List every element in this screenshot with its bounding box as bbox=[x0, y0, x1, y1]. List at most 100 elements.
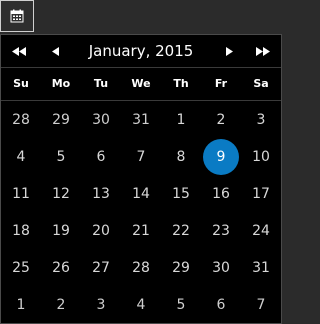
day-number: 6 bbox=[96, 148, 106, 165]
day-cell-next-month[interactable]: 6 bbox=[201, 286, 241, 323]
day-number: 30 bbox=[92, 111, 110, 128]
day-cell[interactable]: 1 bbox=[161, 101, 201, 138]
day-number: 30 bbox=[212, 259, 230, 276]
day-number: 2 bbox=[216, 111, 226, 128]
day-number: 4 bbox=[16, 148, 26, 165]
day-cell[interactable]: 14 bbox=[121, 175, 161, 212]
calendar-toggle-button[interactable] bbox=[0, 0, 34, 32]
day-number: 28 bbox=[132, 259, 150, 276]
double-right-arrow-icon bbox=[256, 46, 270, 56]
calendar-popup: January, 2015 Su Mo Tu We Th Fr Sa 28 29… bbox=[0, 34, 282, 324]
day-cell[interactable]: 29 bbox=[161, 249, 201, 286]
day-cell-prev-month[interactable]: 29 bbox=[41, 101, 81, 138]
double-left-arrow-icon bbox=[12, 46, 26, 56]
day-cell[interactable]: 10 bbox=[241, 138, 281, 175]
weekday-label: Mo bbox=[51, 77, 71, 90]
next-month-button[interactable] bbox=[213, 35, 245, 67]
day-number: 10 bbox=[252, 148, 270, 165]
day-cell[interactable]: 2 bbox=[201, 101, 241, 138]
day-number: 12 bbox=[52, 185, 70, 202]
day-number: 22 bbox=[172, 222, 190, 239]
day-cell[interactable]: 30 bbox=[201, 249, 241, 286]
day-cell[interactable]: 24 bbox=[241, 212, 281, 249]
day-cell[interactable]: 26 bbox=[41, 249, 81, 286]
previous-month-button[interactable] bbox=[39, 35, 71, 67]
day-cell[interactable]: 17 bbox=[241, 175, 281, 212]
day-number: 4 bbox=[136, 296, 146, 313]
day-number: 5 bbox=[56, 148, 66, 165]
day-cell-prev-month[interactable]: 30 bbox=[81, 101, 121, 138]
month-year-title[interactable]: January, 2015 bbox=[71, 35, 211, 67]
weekday-label: Th bbox=[173, 77, 189, 90]
previous-year-button[interactable] bbox=[3, 35, 35, 67]
day-cell-next-month[interactable]: 7 bbox=[241, 286, 281, 323]
day-number: 18 bbox=[12, 222, 30, 239]
day-cell[interactable]: 4 bbox=[1, 138, 41, 175]
day-number: 28 bbox=[12, 111, 30, 128]
day-cell[interactable]: 6 bbox=[81, 138, 121, 175]
right-arrow-icon bbox=[225, 46, 233, 56]
weekday-label: Tu bbox=[93, 77, 109, 90]
day-cell[interactable]: 5 bbox=[41, 138, 81, 175]
day-cell-prev-month[interactable]: 31 bbox=[121, 101, 161, 138]
day-number: 5 bbox=[176, 296, 186, 313]
day-number: 2 bbox=[56, 296, 66, 313]
day-number: 24 bbox=[252, 222, 270, 239]
day-cell[interactable]: 3 bbox=[241, 101, 281, 138]
day-number: 1 bbox=[176, 111, 186, 128]
day-cell-next-month[interactable]: 2 bbox=[41, 286, 81, 323]
day-cell-next-month[interactable]: 3 bbox=[81, 286, 121, 323]
day-cell[interactable]: 11 bbox=[1, 175, 41, 212]
day-cell[interactable]: 19 bbox=[41, 212, 81, 249]
weekday-label: Su bbox=[13, 77, 29, 90]
day-cell[interactable]: 13 bbox=[81, 175, 121, 212]
day-cell[interactable]: 7 bbox=[121, 138, 161, 175]
day-number: 8 bbox=[176, 148, 186, 165]
day-number: 26 bbox=[52, 259, 70, 276]
days-grid: 28 29 30 31 1 2 3 4 5 6 7 8 9 10 11 12 1… bbox=[1, 101, 281, 323]
day-number: 23 bbox=[212, 222, 230, 239]
day-cell[interactable]: 23 bbox=[201, 212, 241, 249]
day-cell[interactable]: 16 bbox=[201, 175, 241, 212]
day-number: 29 bbox=[52, 111, 70, 128]
day-number: 31 bbox=[252, 259, 270, 276]
day-cell[interactable]: 15 bbox=[161, 175, 201, 212]
day-cell[interactable]: 21 bbox=[121, 212, 161, 249]
day-number: 21 bbox=[132, 222, 150, 239]
day-number: 3 bbox=[256, 111, 266, 128]
left-arrow-icon bbox=[51, 46, 59, 56]
day-cell-next-month[interactable]: 5 bbox=[161, 286, 201, 323]
day-cell-prev-month[interactable]: 28 bbox=[1, 101, 41, 138]
day-cell[interactable]: 31 bbox=[241, 249, 281, 286]
day-cell-next-month[interactable]: 1 bbox=[1, 286, 41, 323]
day-number: 14 bbox=[132, 185, 150, 202]
day-cell[interactable]: 18 bbox=[1, 212, 41, 249]
day-number: 7 bbox=[136, 148, 146, 165]
weekday-label: We bbox=[131, 77, 151, 90]
day-number: 3 bbox=[96, 296, 106, 313]
day-number: 19 bbox=[52, 222, 70, 239]
day-number: 11 bbox=[12, 185, 30, 202]
day-cell[interactable]: 28 bbox=[121, 249, 161, 286]
date-picker-toolbar bbox=[0, 0, 282, 32]
day-number: 13 bbox=[92, 185, 110, 202]
day-number: 20 bbox=[92, 222, 110, 239]
day-cell[interactable]: 27 bbox=[81, 249, 121, 286]
day-number: 6 bbox=[216, 296, 226, 313]
day-number: 29 bbox=[172, 259, 190, 276]
next-year-button[interactable] bbox=[247, 35, 279, 67]
day-cell[interactable]: 12 bbox=[41, 175, 81, 212]
day-number: 15 bbox=[172, 185, 190, 202]
day-number: 16 bbox=[212, 185, 230, 202]
day-cell[interactable]: 20 bbox=[81, 212, 121, 249]
day-cell[interactable]: 8 bbox=[161, 138, 201, 175]
day-number: 7 bbox=[256, 296, 266, 313]
day-number: 27 bbox=[92, 259, 110, 276]
day-cell-selected[interactable]: 9 bbox=[201, 138, 241, 175]
day-cell-next-month[interactable]: 4 bbox=[121, 286, 161, 323]
calendar-icon bbox=[10, 9, 24, 23]
weekday-header-row: Su Mo Tu We Th Fr Sa bbox=[1, 68, 281, 101]
day-number: 31 bbox=[132, 111, 150, 128]
day-cell[interactable]: 22 bbox=[161, 212, 201, 249]
day-cell[interactable]: 25 bbox=[1, 249, 41, 286]
